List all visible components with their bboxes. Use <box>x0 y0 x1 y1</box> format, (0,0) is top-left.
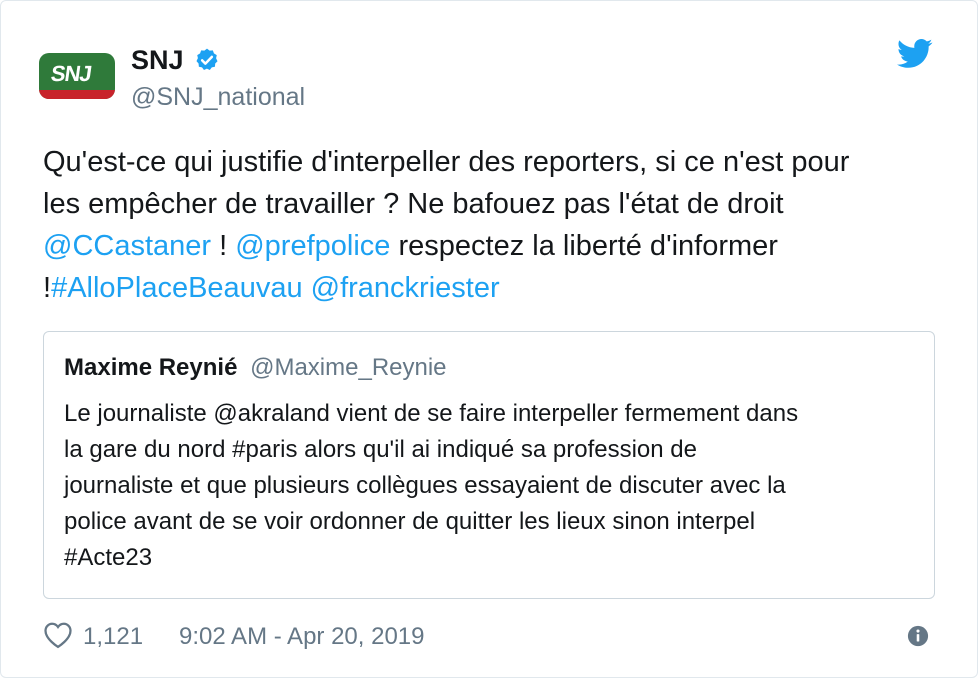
quoted-author-handle[interactable]: @Maxime_Reynie <box>250 354 446 381</box>
quoted-tweet-header: Maxime Reynié @Maxime_Reynie <box>64 354 447 382</box>
quoted-tweet-text: Le journaliste @akraland vient de se fai… <box>64 396 914 576</box>
tweet-timestamp[interactable]: 9:02 AM - Apr 20, 2019 <box>179 623 425 651</box>
quoted-line-3: journaliste et que plusieurs collègues e… <box>64 472 786 499</box>
tweet-line-4: !#AlloPlaceBeauvau @franckriester <box>43 267 943 309</box>
avatar-logo-text: SNJ <box>49 61 93 86</box>
mention-prefpolice[interactable]: @prefpolice <box>235 230 390 262</box>
author-name-row: SNJ <box>131 45 220 78</box>
tweet-header: SNJ SNJ @SNJ_national <box>39 39 939 119</box>
mention-franckriester[interactable]: @franckriester <box>311 272 500 304</box>
quoted-tweet[interactable]: Maxime Reynié @Maxime_Reynie Le journali… <box>43 331 935 599</box>
heart-icon[interactable] <box>43 621 73 654</box>
tweet-line-3-rest: respectez la liberté d'informer <box>390 230 778 262</box>
tweet-footer: 1,121 9:02 AM - Apr 20, 2019 <box>43 619 943 655</box>
tweet-line-2: les empêcher de travailler ? Ne bafouez … <box>43 188 784 220</box>
quoted-author-name[interactable]: Maxime Reynié <box>64 354 237 381</box>
author-display-name[interactable]: SNJ <box>131 45 184 75</box>
tweet-line-3: @CCastaner ! @prefpolice respectez la li… <box>43 225 943 267</box>
tweet-line-4-prefix: ! <box>43 272 52 304</box>
tweet-card: SNJ SNJ @SNJ_national Qu'est-ce qui just… <box>0 0 978 678</box>
quoted-line-4: police avant de se voir ordonner de quit… <box>64 508 756 535</box>
tweet-text: Qu'est-ce qui justifie d'interpeller des… <box>43 141 943 309</box>
hashtag-alloplacebeauvau[interactable]: #AlloPlaceBeauvau <box>51 272 303 304</box>
tweet-line-1: Qu'est-ce qui justifie d'interpeller des… <box>43 146 850 178</box>
tweet-separator: ! <box>211 230 236 262</box>
verified-badge-icon <box>194 47 220 78</box>
info-icon[interactable] <box>907 625 929 652</box>
quoted-line-2: la gare du nord #paris alors qu'il ai in… <box>64 436 697 463</box>
author-handle[interactable]: @SNJ_national <box>131 83 305 112</box>
twitter-bird-icon[interactable] <box>897 39 933 74</box>
quoted-line-5: #Acte23 <box>64 544 153 571</box>
quoted-line-1: Le journaliste @akraland vient de se fai… <box>64 400 799 427</box>
mention-ccastaner[interactable]: @CCastaner <box>43 230 211 262</box>
avatar[interactable]: SNJ <box>39 53 115 99</box>
like-count[interactable]: 1,121 <box>83 623 143 651</box>
avatar-stripe <box>39 90 115 99</box>
